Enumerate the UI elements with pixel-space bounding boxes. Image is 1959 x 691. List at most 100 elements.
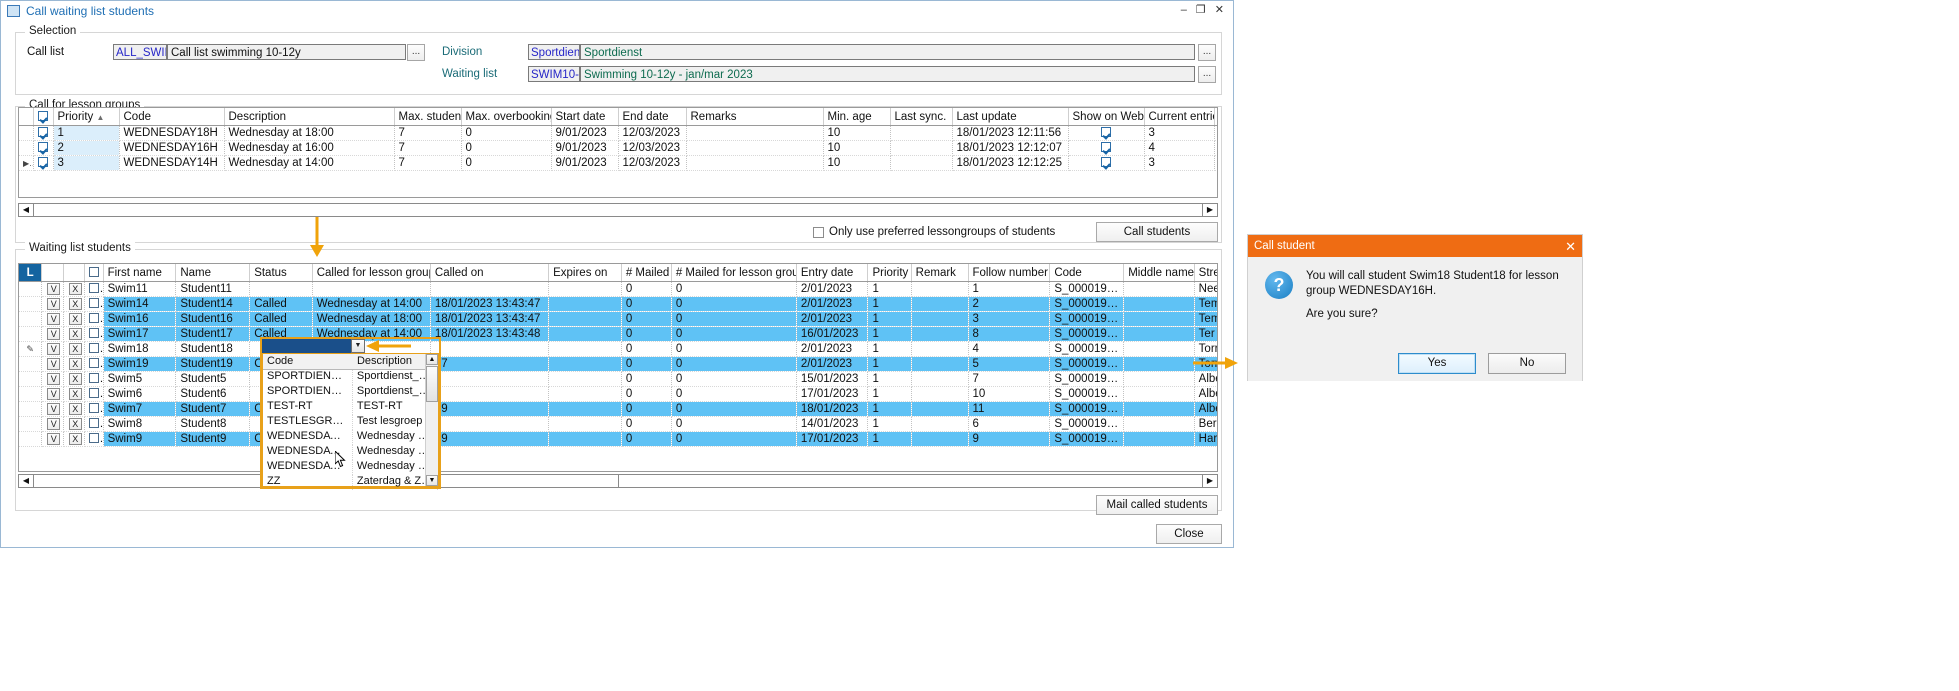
row-v-button[interactable]: V xyxy=(42,297,64,312)
cell-expires_on[interactable] xyxy=(549,327,622,342)
cell-priority[interactable]: 2 xyxy=(53,141,119,156)
lesson-groups-col-13[interactable]: Show on Website xyxy=(1068,108,1144,126)
cell-mailed_lg[interactable]: 0 xyxy=(671,297,796,312)
row-v-button[interactable]: V xyxy=(42,432,64,447)
cell-name[interactable]: Student7 xyxy=(176,402,250,417)
cell-mailed[interactable]: 0 xyxy=(621,282,671,297)
cell-middle[interactable] xyxy=(1124,402,1194,417)
cell-middle[interactable] xyxy=(1124,297,1194,312)
cell-remarks[interactable] xyxy=(686,156,823,171)
cell-entry_date[interactable]: 2/01/2023 xyxy=(796,342,868,357)
row-v-button[interactable]: V xyxy=(42,357,64,372)
lesson-groups-col-5[interactable]: Max. students xyxy=(394,108,461,126)
show-on-website-checkbox[interactable] xyxy=(1068,141,1144,156)
cell-current_entries[interactable]: 4 xyxy=(1144,141,1214,156)
cell-street[interactable]: Ter Waa... xyxy=(1194,327,1218,342)
cell-expires_on[interactable] xyxy=(549,312,622,327)
waiting-list-name[interactable]: Swimming 10-12y - jan/mar 2023 xyxy=(580,66,1195,82)
row-x-button[interactable]: X xyxy=(63,297,85,312)
cell-code[interactable]: S_00001985 xyxy=(1050,432,1124,447)
row-x-button[interactable]: X xyxy=(63,432,85,447)
table-row[interactable]: VXSwim11Student11002/01/202311S_00001987… xyxy=(19,282,1218,297)
cell-follow[interactable]: 2 xyxy=(968,297,1050,312)
cell-middle[interactable] xyxy=(1124,432,1194,447)
table-row[interactable]: VXSwim7Student7Called490018/01/2023111S_… xyxy=(19,402,1218,417)
cell-mailed_lg[interactable]: 0 xyxy=(671,282,796,297)
table-row[interactable]: VXSwim14Student14CalledWednesday at 14:0… xyxy=(19,297,1218,312)
cell-code[interactable]: S_00001983 xyxy=(1050,402,1124,417)
lesson-groups-col-14[interactable]: Current entries xyxy=(1144,108,1214,126)
cell-mailed[interactable]: 0 xyxy=(621,357,671,372)
cell-max_overbookings[interactable]: 0 xyxy=(461,141,551,156)
cell-code[interactable]: S_00001992 xyxy=(1050,312,1124,327)
cell-street[interactable]: Tempelst... xyxy=(1194,312,1218,327)
row-select-checkbox[interactable] xyxy=(85,387,103,402)
division-browse-button[interactable]: ... xyxy=(1198,44,1216,61)
cell-mailed_lg[interactable]: 0 xyxy=(671,402,796,417)
row-select-checkbox[interactable] xyxy=(85,402,103,417)
waiting-list-col-6[interactable]: Status xyxy=(250,264,313,282)
table-row[interactable]: ▶3WEDNESDAY14HWednesday at 14:00709/01/2… xyxy=(19,156,1218,171)
cell-follow[interactable]: 7 xyxy=(968,372,1050,387)
waiting-list-col-4[interactable]: First name xyxy=(103,264,176,282)
cell-max_students[interactable]: 7 xyxy=(394,156,461,171)
cell-name[interactable]: Student11 xyxy=(176,282,250,297)
cell-min_age[interactable]: 10 xyxy=(823,156,890,171)
row-select-checkbox[interactable] xyxy=(85,312,103,327)
cell-follow[interactable]: 5 xyxy=(968,357,1050,372)
cell-last_sync[interactable] xyxy=(890,141,952,156)
table-row[interactable]: VXSwim19Student19Called47002/01/202315S_… xyxy=(19,357,1218,372)
cell-end_date[interactable]: 12/03/2023 xyxy=(618,126,686,141)
cell-middle[interactable] xyxy=(1124,342,1194,357)
waiting-list-col-18[interactable]: Street1 xyxy=(1194,264,1218,282)
cell-first_name[interactable]: Swim19 xyxy=(103,357,176,372)
select-all-checkbox[interactable] xyxy=(38,111,48,121)
lesson-groups-grid[interactable]: Priority ▲CodeDescriptionMax. studentsMa… xyxy=(18,107,1218,198)
waiting-list-col-0[interactable]: L xyxy=(19,264,42,282)
lesson-groups-hscrollbar[interactable]: ◀ ▶ xyxy=(18,203,1218,217)
cell-mailed_lg[interactable]: 0 xyxy=(671,387,796,402)
cell-code[interactable]: S_00001982 xyxy=(1050,387,1124,402)
cell-follow[interactable]: 6 xyxy=(968,417,1050,432)
cell-entry_date[interactable]: 17/01/2023 xyxy=(796,432,868,447)
cell-priority[interactable]: 1 xyxy=(868,312,911,327)
dropdown-option[interactable]: WEDNESDAY18H Wednesday at ... xyxy=(263,460,438,475)
cell-middle[interactable] xyxy=(1124,417,1194,432)
dropdown-option[interactable]: WEDNESDAY16H Wednesday at ... xyxy=(263,445,438,460)
checkbox-box[interactable] xyxy=(813,227,824,238)
waiting-list-col-11[interactable]: # Mailed for lesson group xyxy=(671,264,796,282)
cell-code[interactable]: S_00001987 xyxy=(1050,282,1124,297)
cell-priority[interactable]: 1 xyxy=(53,126,119,141)
close-button[interactable]: Close xyxy=(1156,524,1222,544)
cell-status[interactable]: Called xyxy=(250,297,313,312)
cell-first_name[interactable]: Swim6 xyxy=(103,387,176,402)
call-list-code[interactable]: ALL_SWIM xyxy=(113,44,167,60)
row-select-checkbox[interactable] xyxy=(85,372,103,387)
cell-follow[interactable]: 8 xyxy=(968,327,1050,342)
cell-entry_date[interactable]: 16/01/2023 xyxy=(796,327,868,342)
cell-mailed[interactable]: 0 xyxy=(621,387,671,402)
cell-first_name[interactable]: Swim18 xyxy=(103,342,176,357)
lesson-groups-col-9[interactable]: Remarks xyxy=(686,108,823,126)
table-row[interactable]: VXSwim9Student9Called490017/01/202319S_0… xyxy=(19,432,1218,447)
cell-called_on[interactable]: 18/01/2023 13:43:47 xyxy=(430,312,548,327)
row-select-checkbox[interactable] xyxy=(85,297,103,312)
call-list-browse-button[interactable]: ... xyxy=(407,44,425,61)
dialog-no-button[interactable]: No xyxy=(1488,353,1566,374)
row-x-button[interactable]: X xyxy=(63,282,85,297)
cell-called_on[interactable] xyxy=(430,342,548,357)
cell-middle[interactable] xyxy=(1124,312,1194,327)
row-x-button[interactable]: X xyxy=(63,417,85,432)
cell-mailed_lg[interactable]: 0 xyxy=(671,417,796,432)
cell-code[interactable]: S_00001995 xyxy=(1050,357,1124,372)
dialog-close-icon[interactable]: ✕ xyxy=(1565,240,1576,253)
cell-mailed[interactable]: 0 xyxy=(621,342,671,357)
cell-last_update[interactable]: 18/01/2023 12:12:25 xyxy=(952,156,1068,171)
cell-remark[interactable] xyxy=(911,282,968,297)
row-v-button[interactable]: V xyxy=(42,372,64,387)
cell-follow[interactable]: 1 xyxy=(968,282,1050,297)
cell-name[interactable]: Student18 xyxy=(176,342,250,357)
cell-first_name[interactable]: Swim11 xyxy=(103,282,176,297)
cell-expires_on[interactable] xyxy=(549,357,622,372)
scroll-up-icon[interactable]: ▲ xyxy=(426,354,438,365)
